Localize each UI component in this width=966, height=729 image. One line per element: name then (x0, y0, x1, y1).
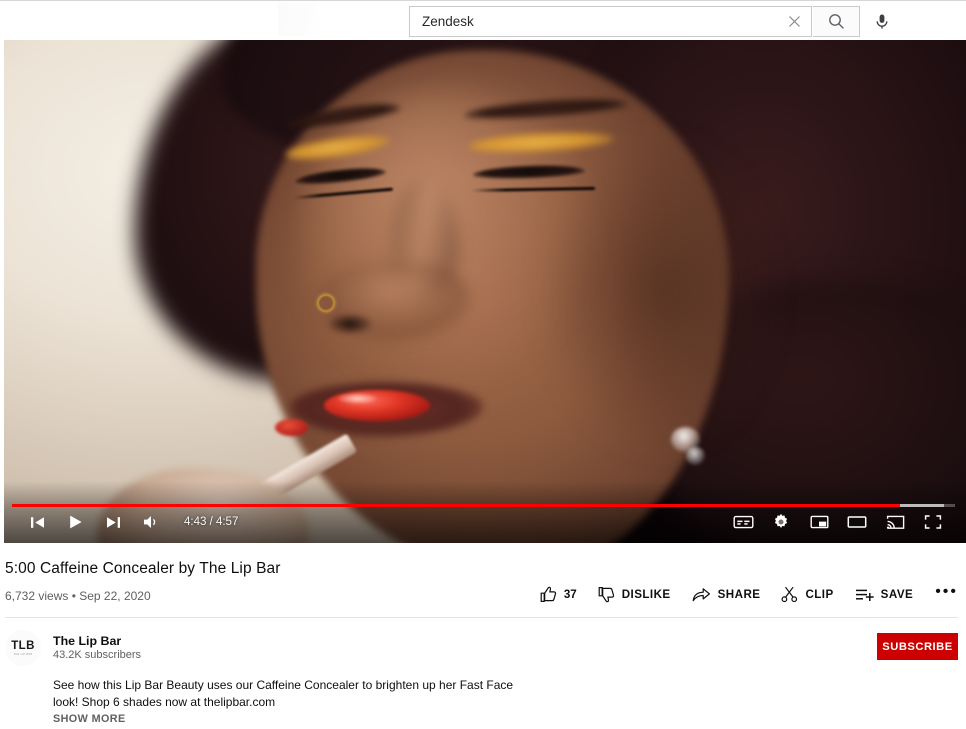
video-action-buttons: 37 DISLIKE SHARE CLIP SAVE ••• (519, 583, 958, 603)
miniplayer-button[interactable] (800, 505, 838, 539)
miniplayer-icon (810, 515, 829, 529)
volume-icon (143, 516, 155, 528)
previous-track-icon (30, 516, 44, 528)
show-more-button[interactable]: SHOW MORE (53, 713, 126, 725)
next-track-icon (106, 516, 120, 528)
close-icon[interactable] (777, 7, 811, 36)
closed-captions-icon (733, 515, 754, 529)
clip-label: CLIP (805, 588, 834, 601)
play-icon (69, 515, 82, 529)
previous-button[interactable] (18, 505, 56, 539)
theater-mode-icon (847, 516, 867, 528)
fullscreen-button[interactable] (914, 505, 952, 539)
channel-name[interactable]: The Lip Bar (53, 634, 121, 648)
page-title: 5:00 Caffeine Concealer by The Lip Bar (5, 560, 281, 577)
browser-top-bar (0, 0, 966, 40)
search-input[interactable] (410, 7, 777, 36)
avatar-initials: TLB (11, 640, 35, 652)
avatar[interactable]: TLB THE LIP BAR (5, 630, 41, 666)
search-bar[interactable] (409, 6, 812, 37)
save-to-playlist-icon (855, 589, 874, 601)
time-display: 4:43 / 4:57 (184, 516, 239, 528)
more-actions-button[interactable]: ••• (935, 583, 958, 603)
volume-button[interactable] (132, 505, 170, 539)
video-meta-row: 6,732 views • Sep 22, 2020 37 DISLIKE SH… (5, 583, 958, 610)
thumbs-down-icon (598, 587, 614, 603)
save-label: SAVE (880, 588, 914, 601)
dislike-label: DISLIKE (621, 588, 671, 601)
next-button[interactable] (94, 505, 132, 539)
video-description: See how this Lip Bar Beauty uses our Caf… (53, 678, 514, 709)
like-count: 37 (563, 588, 577, 601)
microphone-icon (876, 14, 887, 29)
cast-icon (886, 515, 904, 529)
divider (5, 617, 958, 618)
share-arrow-icon (692, 587, 710, 601)
save-button[interactable]: SAVE (855, 587, 914, 603)
video-player[interactable]: 4:43 / 4:57 (0, 40, 966, 543)
dislike-button[interactable]: DISLIKE (598, 586, 671, 603)
search-submit-button[interactable] (813, 6, 860, 37)
voice-search-button[interactable] (866, 6, 897, 37)
player-controls-left: 4:43 / 4:57 (18, 505, 238, 539)
player-controls-right (724, 505, 952, 539)
subtitles-button[interactable] (724, 505, 762, 539)
clip-button[interactable]: CLIP (781, 586, 833, 603)
share-button[interactable]: SHARE (692, 587, 761, 603)
settings-button[interactable] (762, 505, 800, 539)
play-button[interactable] (56, 505, 94, 539)
subscribe-button[interactable]: SUBSCRIBE (877, 633, 958, 660)
scissors-icon (781, 586, 798, 603)
view-count-and-date: 6,732 views • Sep 22, 2020 (5, 589, 151, 603)
thumbs-up-icon (540, 586, 556, 602)
cast-button[interactable] (876, 505, 914, 539)
like-button[interactable]: 37 (540, 586, 577, 603)
background-artifact (278, 2, 320, 36)
avatar-subtext: THE LIP BAR (13, 653, 33, 656)
fullscreen-icon (924, 515, 942, 529)
gear-icon (774, 513, 788, 528)
player-left-edge (0, 40, 4, 543)
video-frame-image (0, 40, 966, 543)
share-label: SHARE (717, 588, 761, 601)
subscriber-count: 43.2K subscribers (53, 649, 142, 661)
search-icon (828, 14, 844, 29)
theater-button[interactable] (838, 505, 876, 539)
